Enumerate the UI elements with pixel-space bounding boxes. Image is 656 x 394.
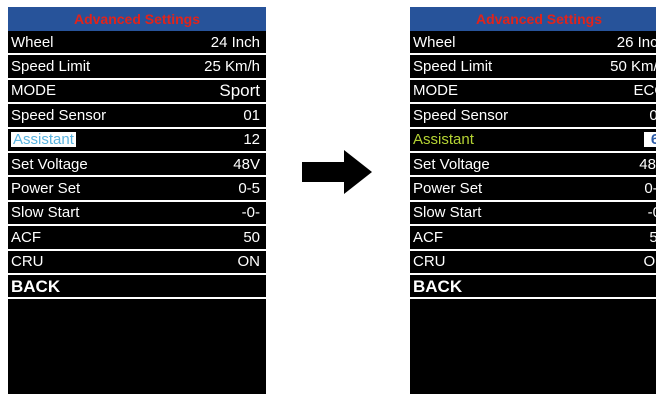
speed-sensor-value: 01 — [243, 106, 260, 124]
right-arrow-icon — [302, 150, 372, 194]
back-label: BACK — [11, 276, 61, 296]
title-bar: Advanced Settings — [8, 7, 266, 31]
speed-sensor-value: 01 — [649, 106, 656, 124]
cru-label: CRU — [11, 253, 44, 271]
acf-setting-row[interactable]: ACF 50 — [8, 226, 266, 251]
power-set-setting-row[interactable]: Power Set 0-5 — [8, 177, 266, 202]
acf-value: 50 — [243, 228, 260, 246]
back-label: BACK — [413, 276, 463, 296]
settings-list: Wheel 26 Inch Speed Limit 50 Km/h MODE E… — [410, 31, 656, 300]
power-set-value: 0-5 — [238, 180, 260, 198]
assistant-value: 12 — [243, 131, 260, 149]
slow-start-setting-row[interactable]: Slow Start -0- — [410, 202, 656, 227]
power-set-label: Power Set — [11, 180, 81, 198]
left-display-screen: Advanced Settings Wheel 24 Inch Speed Li… — [8, 7, 266, 394]
power-set-label: Power Set — [413, 180, 483, 198]
speed-sensor-setting-row[interactable]: Speed Sensor 01 — [8, 104, 266, 129]
slow-start-label: Slow Start — [11, 204, 80, 222]
wheel-setting-row[interactable]: Wheel 26 Inch — [410, 31, 656, 56]
cru-setting-row[interactable]: CRU ON — [8, 251, 266, 275]
set-voltage-setting-row[interactable]: Set Voltage 48V — [8, 153, 266, 178]
speed-limit-value: 25 Km/h — [204, 58, 260, 76]
assistant-label: Assistant — [11, 131, 76, 149]
speed-limit-label: Speed Limit — [11, 58, 91, 76]
mode-setting-row[interactable]: MODE Sport — [8, 80, 266, 105]
set-voltage-label: Set Voltage — [413, 155, 490, 173]
mode-value: ECO — [633, 82, 656, 100]
back-button[interactable]: BACK — [410, 275, 656, 300]
cru-value: ON — [237, 253, 261, 271]
set-voltage-setting-row[interactable]: Set Voltage 48V — [410, 153, 656, 178]
assistant-label: Assistant — [413, 131, 474, 149]
mode-label: MODE — [413, 82, 458, 100]
speed-limit-label: Speed Limit — [413, 58, 493, 76]
speed-limit-setting-row[interactable]: Speed Limit 25 Km/h — [8, 55, 266, 80]
mode-value: Sport — [219, 81, 260, 101]
speed-sensor-label: Speed Sensor — [11, 106, 107, 124]
set-voltage-value: 48V — [233, 155, 260, 173]
acf-label: ACF — [413, 228, 443, 246]
slow-start-value: -0- — [241, 204, 260, 222]
acf-setting-row[interactable]: ACF 50 — [410, 226, 656, 251]
acf-value: 50 — [649, 228, 656, 246]
speed-sensor-label: Speed Sensor — [413, 106, 509, 124]
speed-sensor-setting-row[interactable]: Speed Sensor 01 — [410, 104, 656, 129]
speed-limit-setting-row[interactable]: Speed Limit 50 Km/h — [410, 55, 656, 80]
back-button[interactable]: BACK — [8, 275, 266, 300]
wheel-label: Wheel — [11, 33, 54, 51]
mode-label: MODE — [11, 82, 56, 100]
wheel-label: Wheel — [413, 33, 456, 51]
wheel-value: 24 Inch — [210, 33, 260, 51]
wheel-setting-row[interactable]: Wheel 24 Inch — [8, 31, 266, 56]
power-set-setting-row[interactable]: Power Set 0-5 — [410, 177, 656, 202]
acf-label: ACF — [11, 228, 41, 246]
set-voltage-value: 48V — [639, 155, 656, 173]
title-bar: Advanced Settings — [410, 7, 656, 31]
cru-value: ON — [643, 253, 656, 271]
cru-setting-row[interactable]: CRU ON — [410, 251, 656, 275]
assistant-setting-row[interactable]: Assistant 6 — [410, 129, 656, 153]
speed-limit-value: 50 Km/h — [610, 58, 656, 76]
wheel-value: 26 Inch — [616, 33, 656, 51]
power-set-value: 0-5 — [644, 180, 656, 198]
settings-list: Wheel 24 Inch Speed Limit 25 Km/h MODE S… — [8, 31, 266, 300]
cru-label: CRU — [413, 253, 446, 271]
slow-start-label: Slow Start — [413, 204, 482, 222]
assistant-setting-row[interactable]: Assistant 12 — [8, 129, 266, 153]
slow-start-setting-row[interactable]: Slow Start -0- — [8, 202, 266, 227]
set-voltage-label: Set Voltage — [11, 155, 88, 173]
assistant-value[interactable]: 6 — [644, 132, 656, 148]
mode-setting-row[interactable]: MODE ECO — [410, 80, 656, 105]
right-display-screen: Advanced Settings Wheel 26 Inch Speed Li… — [410, 7, 656, 394]
slow-start-value: -0- — [647, 204, 656, 222]
